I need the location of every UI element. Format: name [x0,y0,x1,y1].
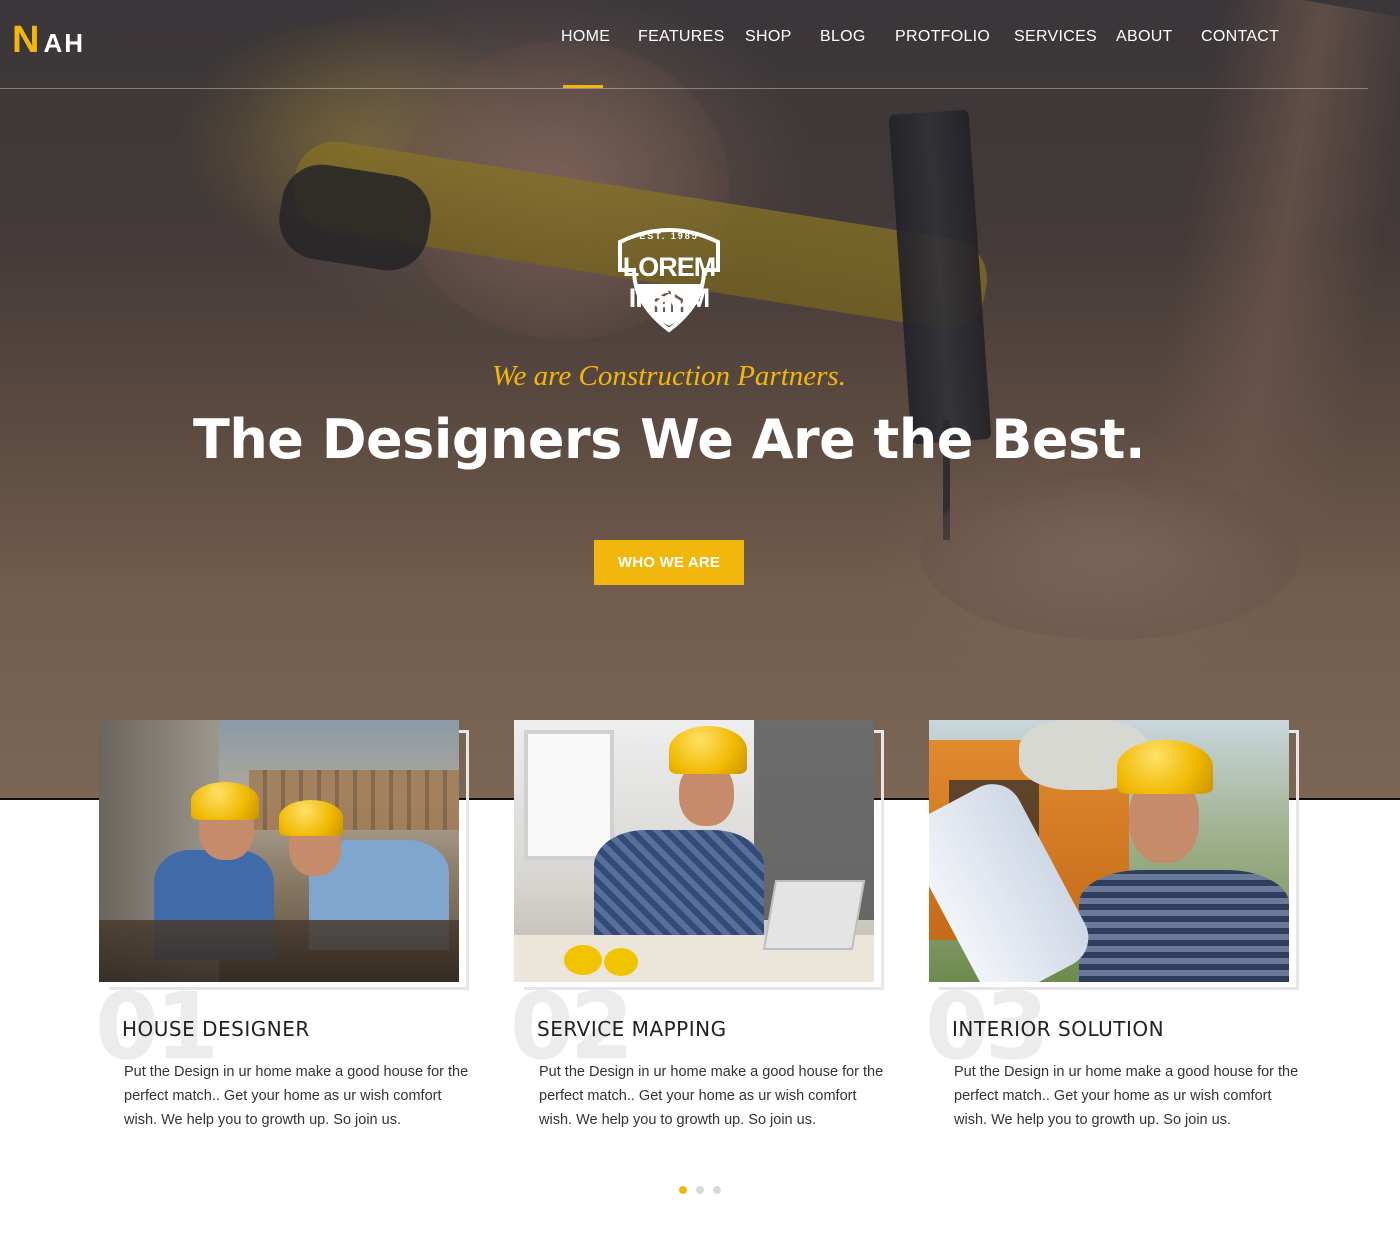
hero-overlay [0,0,1400,800]
card-description: Put the Design in ur home make a good ho… [124,1064,469,1128]
logo-initial: N [12,19,40,61]
badge-est-text: EST. 1985 [639,231,699,241]
nav-item-about[interactable]: ABOUT [1116,28,1173,46]
card-image-engineer-laptop[interactable] [514,720,874,982]
service-card-2[interactable]: 02 SERVICE MAPPING Put the Design in ur … [510,720,884,1140]
badge-title: LOREM IPSUM [622,252,717,313]
hero-headline: The Designers We Are the Best. [193,408,1145,471]
carousel-dot-1[interactable] [679,1186,687,1194]
nav-item-portfolio[interactable]: PROTFOLIO [895,28,990,46]
nav-item-features[interactable]: FEATURES [638,28,725,46]
carousel-dot-2[interactable] [696,1186,704,1194]
nav-item-services[interactable]: SERVICES [1014,28,1097,46]
nav-item-home[interactable]: HOME [561,28,610,46]
carousel-dot-3[interactable] [713,1186,721,1194]
card-title: INTERIOR SOLUTION [952,1017,1165,1041]
card-frame-corner [459,730,469,733]
hero-section: N AH HOME FEATURES SHOP BLOG PROTFOLIO S… [0,0,1400,800]
logo-text: AH [43,28,86,58]
service-card-3[interactable]: 03 INTERIOR SOLUTION Put the Design in u… [925,720,1299,1140]
nav-item-contact[interactable]: CONTACT [1201,28,1279,46]
nav-item-shop[interactable]: SHOP [745,28,792,46]
top-navigation: N AH HOME FEATURES SHOP BLOG PROTFOLIO S… [0,0,1400,89]
who-we-are-button[interactable]: WHO WE ARE [594,540,744,585]
card-title: HOUSE DESIGNER [122,1017,310,1041]
card-image-workers[interactable] [99,720,459,982]
company-badge-logo: EST. 1985 LOREM IPSUM [588,222,750,334]
card-title: SERVICE MAPPING [537,1017,727,1041]
hero-tagline: We are Construction Partners. [492,360,846,392]
nav-item-blog[interactable]: BLOG [820,28,866,46]
nav-divider [0,88,1368,89]
card-description: Put the Design in ur home make a good ho… [954,1064,1299,1128]
card-frame-corner [874,730,884,733]
card-image-architect-plans[interactable] [929,720,1289,982]
card-description: Put the Design in ur home make a good ho… [539,1064,884,1128]
card-frame-corner [1289,730,1299,733]
site-logo[interactable]: N AH [12,20,85,60]
service-card-1[interactable]: 01 HOUSE DESIGNER Put the Design in ur h… [95,720,469,1140]
